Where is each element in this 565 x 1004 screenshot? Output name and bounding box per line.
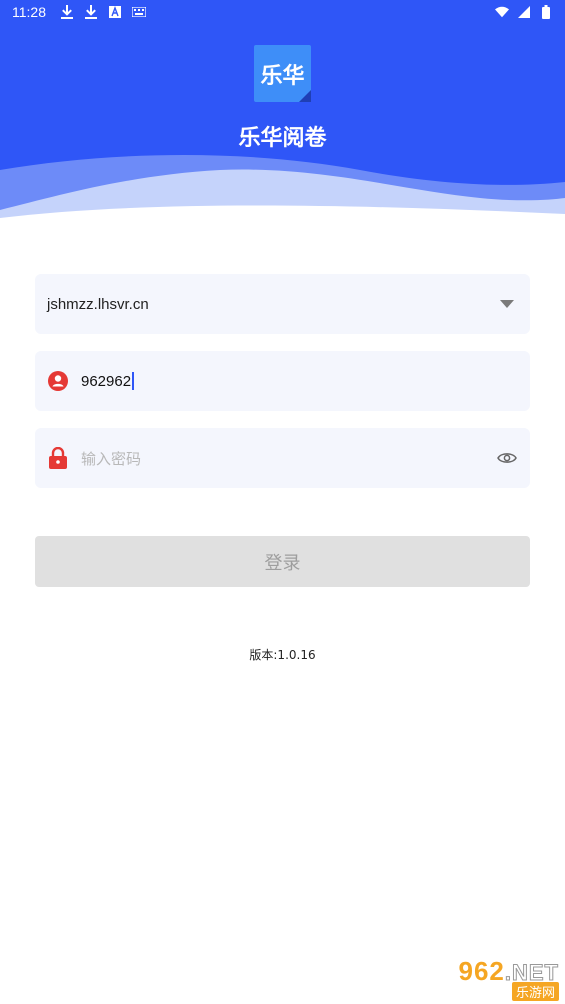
version-label: 版本:1.0.16 [249,648,316,662]
download-icon [84,4,98,20]
download-icon [60,4,74,20]
chevron-down-icon[interactable] [500,300,514,308]
app-logo: 乐华 [254,45,311,102]
user-icon [47,370,69,392]
status-time: 11:28 [12,4,46,20]
username-field[interactable]: 962962 [35,351,530,411]
header-banner: 乐华 乐华阅卷 [0,24,565,220]
status-bar: 11:28 [0,0,565,24]
keyboard-icon [132,4,146,20]
status-right [495,4,553,20]
logo-fold [299,90,311,102]
server-select[interactable]: jshmzz.lhsvr.cn [35,274,530,334]
password-field[interactable]: 输入密码 [35,428,530,488]
server-value: jshmzz.lhsvr.cn [47,295,149,313]
text-caret [132,372,135,390]
a-icon [108,4,122,20]
watermark-bottom: 乐游网 [511,982,559,1001]
logo-text: 乐华 [260,63,305,89]
signal-icon [517,4,531,20]
wifi-icon [495,4,509,20]
site-watermark: 962.NET 乐游网 [423,956,559,1001]
username-input[interactable]: 962962 [81,372,135,390]
battery-icon [539,4,553,20]
watermark-number: 962 [458,956,505,986]
lock-icon [47,447,69,469]
status-left: 11:28 [12,4,146,20]
header-waves [0,155,565,220]
username-value: 962962 [81,372,132,390]
eye-icon[interactable] [496,447,518,469]
login-button[interactable]: 登录 [35,536,530,587]
password-input[interactable]: 输入密码 [81,448,141,469]
